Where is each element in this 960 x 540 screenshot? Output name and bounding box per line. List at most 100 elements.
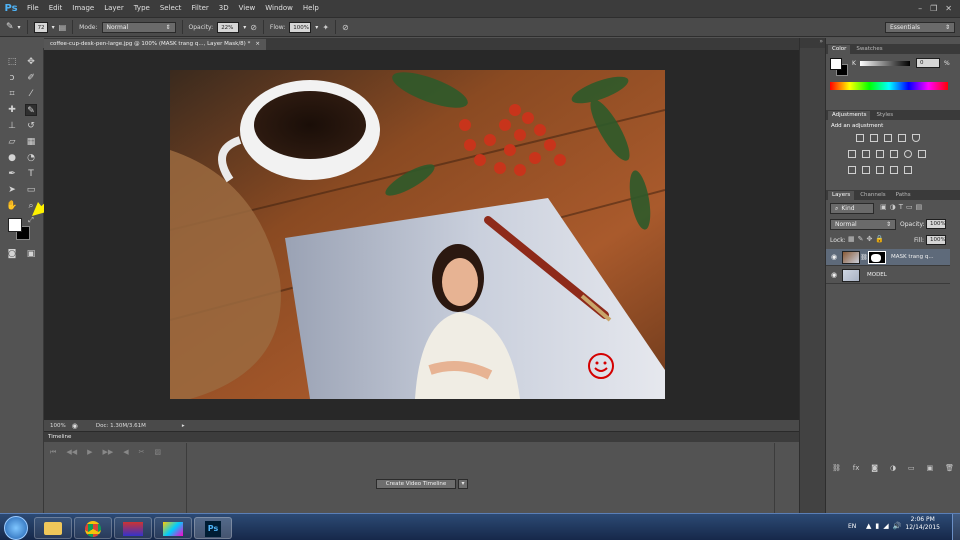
image-canvas[interactable]	[170, 70, 665, 399]
move-tool-icon[interactable]: ✥	[25, 56, 37, 68]
layer-thumbnail[interactable]	[842, 268, 860, 282]
scissors-icon[interactable]: ✂	[139, 448, 145, 457]
type-tool-icon[interactable]: T	[25, 168, 37, 180]
color-balance-icon[interactable]	[862, 150, 870, 158]
pressure-opacity-icon[interactable]: ⊘	[250, 23, 257, 32]
k-value-field[interactable]: 0	[916, 58, 940, 68]
gradient-map-icon[interactable]	[890, 166, 898, 174]
prev-frame-icon[interactable]: ◀◀	[66, 448, 77, 457]
close-icon[interactable]: ✕	[945, 4, 952, 13]
zoom-level[interactable]: 100%	[50, 423, 66, 429]
brush-panel-icon[interactable]: ▤	[59, 23, 67, 32]
close-tab-icon[interactable]: ×	[255, 39, 260, 50]
brightness-icon[interactable]	[856, 134, 864, 142]
menu-3d[interactable]: 3D	[214, 0, 234, 17]
exposure-icon[interactable]	[898, 134, 906, 142]
hand-tool-icon[interactable]: ✋	[6, 200, 18, 212]
show-desktop-button[interactable]	[952, 514, 960, 540]
levels-icon[interactable]	[870, 134, 878, 142]
menu-file[interactable]: File	[22, 0, 44, 17]
transition-icon[interactable]: ▨	[155, 448, 162, 457]
black-white-icon[interactable]	[876, 150, 884, 158]
layer-row[interactable]: ◉ ⛓ MASK trang q...	[826, 249, 950, 266]
screen-mode-icon[interactable]: ▣	[25, 248, 37, 260]
flow-slider-icon[interactable]: ▾	[315, 24, 318, 31]
color-fg-swatch[interactable]	[830, 58, 842, 70]
threshold-icon[interactable]	[876, 166, 884, 174]
foreground-color-swatch-front[interactable]	[8, 218, 22, 232]
next-frame-icon[interactable]: ▶▶	[102, 448, 113, 457]
fill-field[interactable]: 100%	[926, 235, 946, 245]
first-frame-icon[interactable]: ⏮	[50, 448, 56, 457]
link-layers-icon[interactable]: ⛓	[832, 464, 841, 476]
eraser-tool-icon[interactable]: ▱	[6, 136, 18, 148]
channel-mixer-icon[interactable]	[904, 150, 912, 158]
quick-select-tool-icon[interactable]: ✐	[25, 72, 37, 84]
workspace-select[interactable]: Essentials ⇕	[885, 21, 955, 33]
photo-filter-icon[interactable]	[890, 150, 898, 158]
blur-tool-icon[interactable]: ●	[6, 152, 18, 164]
tab-adjustments[interactable]: Adjustments	[828, 111, 871, 120]
create-video-timeline-button[interactable]: Create Video Timeline	[376, 479, 456, 489]
taskbar-chrome[interactable]	[74, 517, 112, 539]
menu-edit[interactable]: Edit	[44, 0, 68, 17]
layer-filter-icons[interactable]: ▣◑T▭▤	[880, 203, 925, 211]
play-icon[interactable]: ▶	[87, 448, 92, 457]
document-tab[interactable]: coffee-cup-desk-pen-large.jpg @ 100% (MA…	[44, 39, 266, 50]
layer-opacity-field[interactable]: 100%	[926, 219, 946, 229]
path-select-icon[interactable]: ➤	[6, 184, 18, 196]
menu-view[interactable]: View	[234, 0, 261, 17]
taskbar-app-4[interactable]	[154, 517, 192, 539]
flow-field[interactable]: 100%	[289, 21, 312, 33]
pressure-size-icon[interactable]: ⊘	[342, 23, 349, 32]
curves-icon[interactable]	[884, 134, 892, 142]
posterize-icon[interactable]	[862, 166, 870, 174]
add-mask-icon[interactable]: ◙	[871, 464, 878, 476]
layer-name[interactable]: MODEL	[867, 272, 887, 278]
taskbar-photoshop[interactable]: Ps	[194, 517, 232, 539]
tab-color[interactable]: Color	[828, 45, 851, 54]
eyedropper-tool-icon[interactable]: ⁄	[25, 88, 37, 100]
chevron-down-icon[interactable]: ▾	[18, 24, 21, 31]
airbrush-icon[interactable]: ✦	[322, 23, 329, 32]
brush-tool-icon[interactable]: ✎	[25, 104, 37, 116]
invert-icon[interactable]	[848, 166, 856, 174]
layer-name[interactable]: MASK trang q...	[891, 254, 934, 260]
tab-styles[interactable]: Styles	[872, 111, 897, 120]
group-icon[interactable]: ▭	[908, 464, 915, 476]
layer-row[interactable]: ◉ MODEL	[826, 267, 950, 284]
layer-thumbnail[interactable]	[842, 250, 860, 264]
opacity-slider-icon[interactable]: ▾	[243, 24, 246, 31]
layer-mask-thumbnail[interactable]	[868, 250, 886, 264]
taskbar-explorer[interactable]	[34, 517, 72, 539]
gradient-tool-icon[interactable]: ▦	[25, 136, 37, 148]
taskbar-app-3[interactable]	[114, 517, 152, 539]
tab-paths[interactable]: Paths	[892, 191, 915, 200]
new-layer-icon[interactable]: ▣	[927, 464, 934, 476]
stamp-tool-icon[interactable]: ⊥	[6, 120, 18, 132]
menu-window[interactable]: Window	[260, 0, 298, 17]
tab-swatches[interactable]: Swatches	[852, 45, 886, 54]
crop-tool-icon[interactable]: ⌗	[6, 88, 18, 100]
hue-saturation-icon[interactable]	[848, 150, 856, 158]
color-spectrum[interactable]	[830, 82, 948, 90]
k-slider[interactable]	[860, 61, 910, 66]
healing-tool-icon[interactable]: ✚	[6, 104, 18, 116]
taskbar-clock[interactable]: 2:06 PM 12/14/2015	[905, 516, 940, 532]
fx-icon[interactable]: fx	[853, 464, 860, 476]
status-icon[interactable]: ◉	[72, 422, 78, 430]
lasso-tool-icon[interactable]: ↄ	[6, 72, 18, 84]
mode-select[interactable]: Normal ⇕	[101, 21, 176, 33]
color-lookup-icon[interactable]	[918, 150, 926, 158]
start-button[interactable]	[4, 516, 28, 540]
menu-help[interactable]: Help	[298, 0, 324, 17]
history-brush-icon[interactable]: ↺	[25, 120, 37, 132]
dodge-tool-icon[interactable]: ◔	[25, 152, 37, 164]
visibility-eye-icon[interactable]: ◉	[826, 253, 842, 261]
language-indicator[interactable]: EN	[848, 523, 856, 530]
opacity-field[interactable]: 22%	[217, 21, 240, 33]
brush-size-picker[interactable]: 72	[33, 21, 48, 33]
blend-mode-select[interactable]: Normal ⇕	[830, 219, 896, 230]
brush-tool-icon[interactable]: ✎	[6, 22, 14, 32]
vibrance-icon[interactable]	[912, 134, 920, 142]
